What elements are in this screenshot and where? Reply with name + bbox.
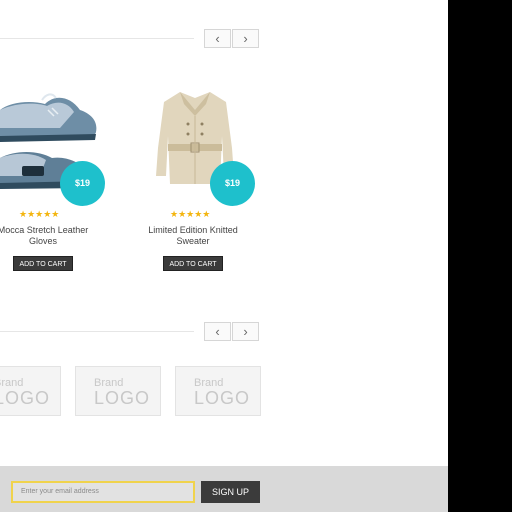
brand-logo-text: LOGO (94, 388, 151, 408)
product-name[interactable]: Mocca Stretch Leather Gloves (0, 225, 96, 247)
section-divider (0, 331, 194, 332)
add-to-cart-button[interactable]: ADD TO CART (163, 256, 223, 271)
add-to-cart-button[interactable]: ADD TO CART (13, 256, 73, 271)
product-name-line1: Limited Edition Knitted (148, 225, 238, 235)
brand-logo-text: LOGO (0, 388, 51, 408)
carousel-prev-button[interactable]: ‹ (204, 29, 231, 48)
price-badge: $19 (210, 161, 255, 206)
page: ‹ › $19 ★★★★★ Mocca Stretch Leather Glov… (0, 0, 448, 512)
email-input[interactable]: Enter your email address (11, 481, 195, 503)
product-name-line1: Mocca Stretch Leather (0, 225, 89, 235)
brand-logo-card[interactable]: Brand LOGO (75, 366, 161, 416)
carousel-next-button[interactable]: › (232, 29, 259, 48)
price-badge: $19 (60, 161, 105, 206)
product-name-line2: Sweater (176, 236, 210, 246)
brands-prev-button[interactable]: ‹ (204, 322, 231, 341)
section-divider (0, 38, 194, 39)
brands-next-button[interactable]: › (232, 322, 259, 341)
brand-logo-card[interactable]: Brand LOGO (0, 366, 61, 416)
rating-stars: ★★★★★ (170, 209, 211, 219)
product-name-line2: Gloves (28, 236, 57, 246)
brand-logo-card[interactable]: Brand LOGO (175, 366, 261, 416)
brand-logo-text: LOGO (194, 388, 251, 408)
signup-button[interactable]: SIGN UP (201, 481, 260, 503)
rating-stars: ★★★★★ (19, 209, 60, 219)
product-name[interactable]: Limited Edition Knitted Sweater (140, 225, 246, 247)
